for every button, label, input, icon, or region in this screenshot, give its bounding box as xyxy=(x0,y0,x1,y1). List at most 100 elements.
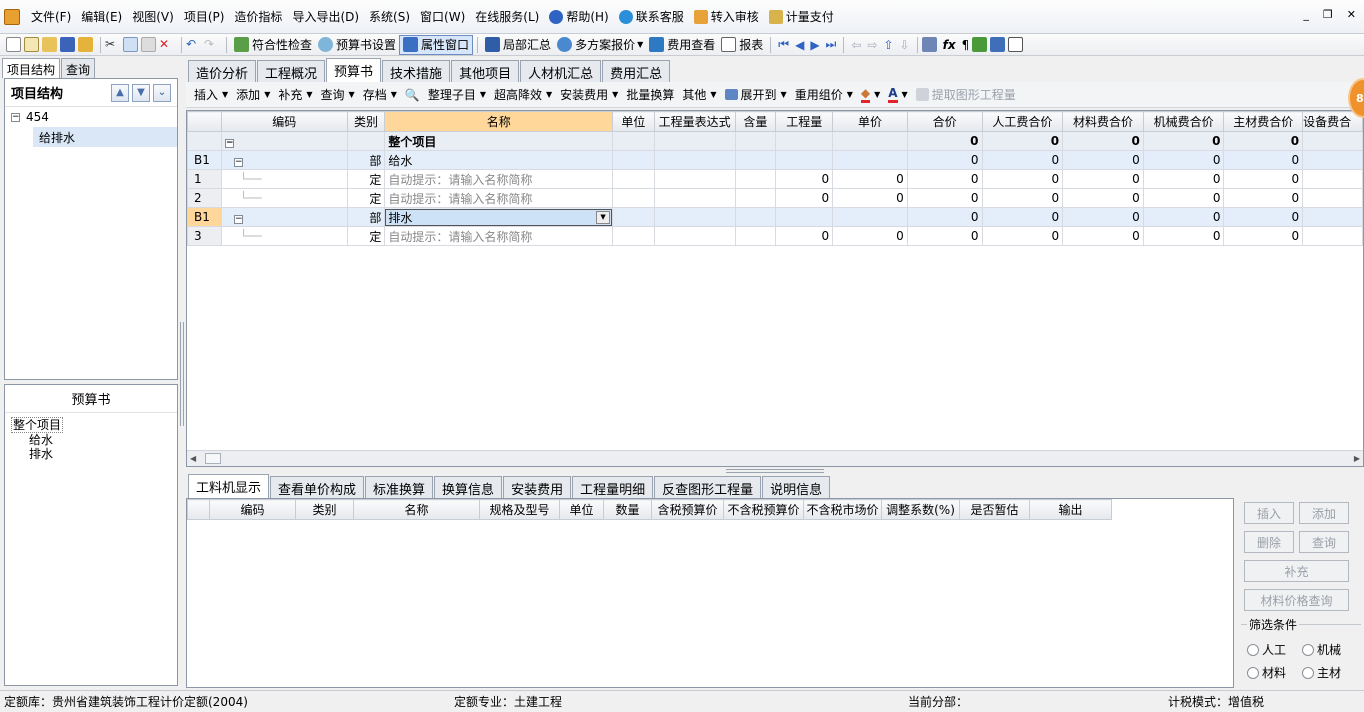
col-adjust-factor[interactable]: 调整系数(%) xyxy=(881,499,960,520)
col-unit[interactable]: 单位 xyxy=(612,111,655,132)
col-code[interactable]: 编码 xyxy=(220,111,348,132)
cell-labor-total[interactable]: 0 xyxy=(981,150,1064,170)
col-is-estimated[interactable]: 是否暂估 xyxy=(959,499,1030,520)
query-button[interactable]: 查询 xyxy=(1299,531,1349,553)
col-material-total[interactable]: 材料费合价 xyxy=(1062,111,1144,132)
cell-equipment-total[interactable] xyxy=(1302,226,1363,246)
cell-type[interactable]: 部 xyxy=(346,207,386,227)
tab-quantity-detail[interactable]: 工程量明细 xyxy=(572,476,654,498)
expand-to-dropdown[interactable]: 展开到 ▼ xyxy=(721,86,791,103)
cell-unit-price[interactable]: 0 xyxy=(832,226,908,246)
tree-node-root[interactable]: −454 xyxy=(5,107,177,127)
cell-type[interactable]: 部 xyxy=(346,150,386,170)
tab-labor-material-machine[interactable]: 人材机汇总 xyxy=(520,60,602,82)
tab-reverse-graphic-quantity[interactable]: 反查图形工程量 xyxy=(654,476,762,498)
table-row[interactable]: − 整个项目 0 0 0 0 0 xyxy=(187,131,1363,151)
cell-content[interactable] xyxy=(734,169,777,189)
tab-project-overview[interactable]: 工程概况 xyxy=(257,60,326,82)
archive-dropdown[interactable]: 存档 ▼ xyxy=(359,86,401,103)
table-row[interactable]: 1 └── 定 自动提示：请输入名称简称 0 0 0 0 0 0 0 xyxy=(187,169,1363,189)
cell-content[interactable] xyxy=(734,131,777,151)
cell-name[interactable]: 整个项目 xyxy=(384,131,614,151)
cell-main-material-total[interactable]: 0 xyxy=(1223,207,1304,227)
menu-view[interactable]: 视图(V) xyxy=(127,6,179,28)
cell-content[interactable] xyxy=(734,150,777,170)
cell-qty-expr[interactable] xyxy=(653,131,736,151)
cell-qty-expr[interactable] xyxy=(653,226,736,246)
move-up-icon[interactable]: ⇧ xyxy=(880,35,896,55)
cell-code[interactable]: − xyxy=(220,150,348,170)
property-window-button[interactable]: 属性窗口 xyxy=(399,34,474,55)
budget-tree-drainage[interactable]: 排水 xyxy=(11,447,171,461)
insert-dropdown[interactable]: 插入 ▼ xyxy=(190,86,232,103)
install-fee-dropdown[interactable]: 安装费用 ▼ xyxy=(556,86,622,103)
menu-help[interactable]: 帮助(H) xyxy=(544,6,613,28)
vertical-splitter[interactable] xyxy=(180,322,184,426)
cell-main-material-total[interactable]: 0 xyxy=(1223,169,1304,189)
cell-qty[interactable]: 0 xyxy=(775,169,834,189)
copy-icon[interactable] xyxy=(123,37,138,52)
horizontal-splitter[interactable] xyxy=(726,469,824,473)
font-color-icon[interactable]: A ▼ xyxy=(884,86,911,103)
cell-material-total[interactable]: 0 xyxy=(1062,131,1144,151)
cell-unit-price[interactable] xyxy=(832,207,908,227)
tab-technical-measures[interactable]: 技术措施 xyxy=(382,60,451,82)
restore-icon[interactable]: ❐ xyxy=(1323,8,1333,21)
radio-circle[interactable] xyxy=(1302,643,1314,656)
col-machine-total[interactable]: 机械费合价 xyxy=(1142,111,1225,132)
chevron-down-icon[interactable]: ▼ xyxy=(596,210,611,224)
tree-node-plumbing[interactable]: 给排水 xyxy=(33,127,177,147)
list-icon[interactable] xyxy=(1008,37,1024,52)
col-content[interactable]: 含量 xyxy=(734,111,777,132)
tab-unit-price-composition[interactable]: 查看单价构成 xyxy=(270,476,365,498)
close-icon[interactable]: ✕ xyxy=(1347,8,1356,21)
cell-qty[interactable]: 0 xyxy=(775,188,834,208)
supplement-button[interactable]: 补充 xyxy=(1244,560,1349,582)
col-type[interactable]: 类别 xyxy=(346,111,386,132)
tab-query[interactable]: 查询 xyxy=(61,58,96,78)
col-qty-expr[interactable]: 工程量表达式 xyxy=(653,111,736,132)
redo-icon[interactable]: ↷ xyxy=(204,37,219,52)
cell-unit-price[interactable] xyxy=(832,150,908,170)
cell-unit-price[interactable]: 0 xyxy=(832,188,908,208)
cell-total[interactable]: 0 xyxy=(906,226,983,246)
cell-machine-total[interactable]: 0 xyxy=(1142,150,1225,170)
scroll-thumb[interactable] xyxy=(205,453,221,464)
formula-icon[interactable]: fx xyxy=(940,35,959,55)
cell-labor-total[interactable]: 0 xyxy=(981,169,1064,189)
menu-system[interactable]: 系统(S) xyxy=(364,6,415,28)
cell-qty[interactable] xyxy=(775,131,834,151)
open-folder-icon[interactable] xyxy=(42,37,57,52)
calculator-icon[interactable] xyxy=(921,37,937,52)
batch-convert-button[interactable]: 批量换算 xyxy=(622,86,678,103)
menu-online-service[interactable]: 在线服务(L) xyxy=(470,6,544,28)
add-button[interactable]: 添加 xyxy=(1299,502,1349,524)
next-record-icon[interactable]: ▶ xyxy=(807,35,822,55)
cell-qty-expr[interactable] xyxy=(653,188,736,208)
col-type[interactable]: 类别 xyxy=(295,499,354,520)
report-button[interactable]: 报表 xyxy=(718,35,766,55)
menu-import-export[interactable]: 导入导出(D) xyxy=(287,6,364,28)
tab-project-structure[interactable]: 项目结构 xyxy=(2,58,61,78)
scroll-right-icon[interactable]: ▶ xyxy=(1354,454,1360,463)
cell-material-total[interactable]: 0 xyxy=(1062,169,1144,189)
cell-name[interactable]: 自动提示：请输入名称简称 xyxy=(384,169,614,189)
cell-unit[interactable] xyxy=(612,150,655,170)
compliance-check-button[interactable]: 符合性检查 xyxy=(231,35,315,55)
cell-main-material-total[interactable]: 0 xyxy=(1223,131,1304,151)
move-left-icon[interactable]: ⇦ xyxy=(848,35,864,55)
paragraph-icon[interactable]: ¶ xyxy=(959,35,973,55)
delete-icon[interactable]: ✕ xyxy=(159,37,174,52)
cell-type[interactable]: 定 xyxy=(346,169,386,189)
cell-qty-expr[interactable] xyxy=(653,207,736,227)
save-all-icon[interactable] xyxy=(78,37,93,52)
cell-equipment-total[interactable] xyxy=(1302,188,1363,208)
move-down-button[interactable]: ▼ xyxy=(132,83,150,102)
cell-content[interactable] xyxy=(734,207,777,227)
cut-icon[interactable]: ✂ xyxy=(105,37,120,52)
cell-total[interactable]: 0 xyxy=(906,150,983,170)
menu-edit[interactable]: 编辑(E) xyxy=(76,6,127,28)
cell-name-editor[interactable]: 排水 ▼ xyxy=(384,207,614,227)
cell-main-material-total[interactable]: 0 xyxy=(1223,150,1304,170)
cell-total[interactable]: 0 xyxy=(906,188,983,208)
